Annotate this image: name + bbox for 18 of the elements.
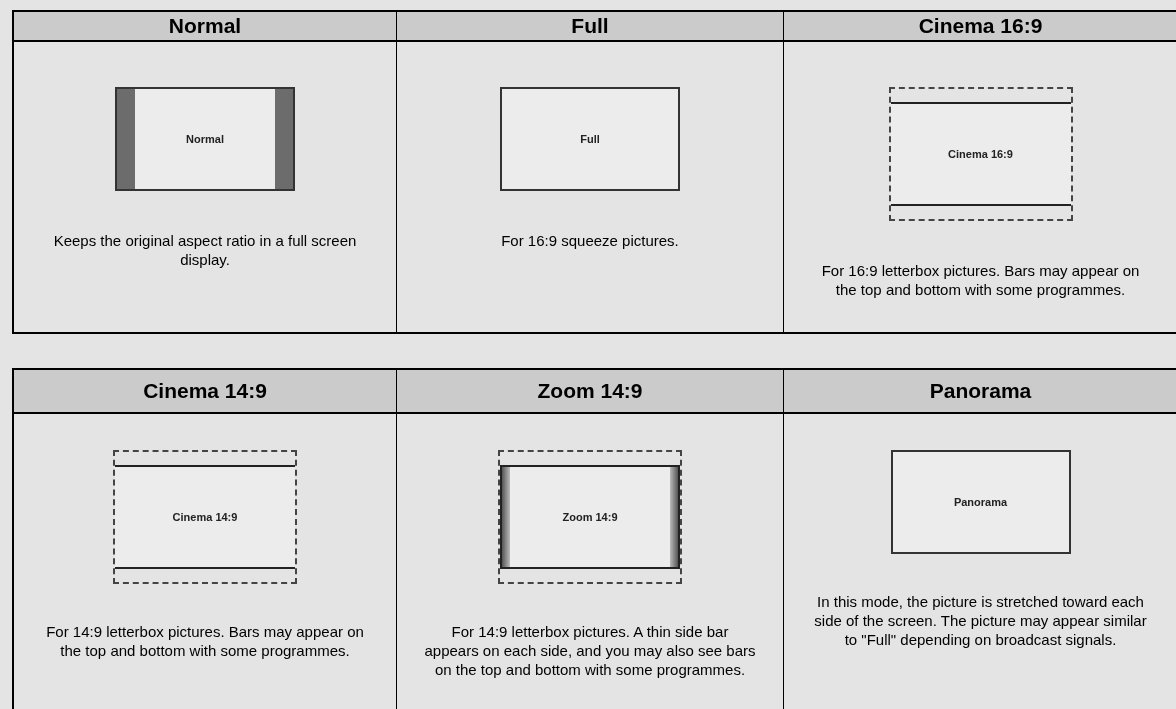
mode-description: For 16:9 letterbox pictures. Bars may appear on the top and bottom with some programmes. [820,261,1141,299]
column-header: Full [397,12,784,42]
screen-label: Full [580,133,600,145]
screen-label: Normal [186,133,224,145]
screen-label: Zoom 14:9 [562,511,618,523]
screen-label: Cinema 14:9 [172,511,238,523]
screen-label: Panorama [953,496,1008,508]
mode-description: For 14:9 letterbox pictures. Bars may appear on the top and bottom with some programmes. [45,622,365,660]
column-header: Normal [14,12,397,42]
mode-description: For 14:9 letterbox pictures. A thin side bar appears on each side, and you may also see bars on the top and bottom with some programmes. [423,622,757,679]
column-header: Panorama [784,370,1176,414]
screen-label: Cinema 16:9 [948,148,1013,160]
column-header: Cinema 14:9 [14,370,397,414]
mode-description: For 16:9 squeeze pictures. [501,231,679,250]
mode-description: Keeps the original aspect ratio in a full screen display. [52,231,358,269]
mode-description: In this mode, the picture is stretched toward each side of the screen. The picture may appear similar to "Full" depending on broadcast signals. [813,592,1148,649]
column-header: Cinema 16:9 [784,12,1176,42]
column-header: Zoom 14:9 [397,370,784,414]
